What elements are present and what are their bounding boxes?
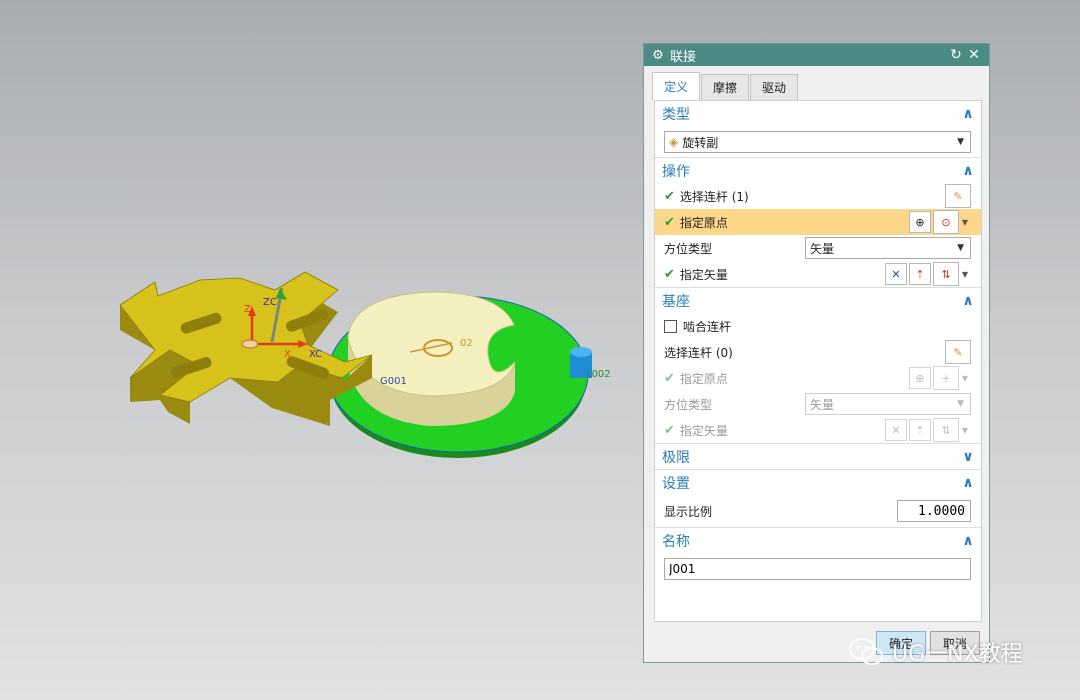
- group-settings-header[interactable]: 设置 ∧: [655, 469, 981, 495]
- base-specify-origin-label: 指定原点: [679, 371, 728, 386]
- display-scale-row: 显示比例: [655, 495, 981, 527]
- chevron-up-icon[interactable]: ∧: [961, 533, 975, 549]
- watermark: UG一NX教程: [848, 636, 1023, 668]
- reverse-direction-icon[interactable]: ✕: [885, 263, 907, 285]
- x-label: X: [284, 349, 291, 360]
- op-orientation-row: 方位类型 矢量 ▼: [655, 235, 981, 261]
- tab-bar: 定义 摩擦 驱动: [644, 66, 989, 100]
- op-orientation-label: 方位类型: [664, 241, 713, 256]
- check-icon: ✔: [664, 422, 675, 438]
- op-select-link-label: 选择连杆 (1): [679, 189, 749, 204]
- op-orientation-select[interactable]: 矢量 ▼: [805, 237, 971, 259]
- joint-type-value: 旋转副: [682, 135, 719, 150]
- base-orientation-row: 方位类型 矢量 ▼: [655, 391, 981, 417]
- point-snap-icon[interactable]: ⊙: [933, 210, 959, 234]
- watermark-text: UG一NX教程: [892, 642, 1023, 667]
- op-select-link-row[interactable]: ✔ 选择连杆 (1) ✎: [655, 183, 981, 209]
- group-type-header[interactable]: 类型 ∧: [655, 101, 981, 127]
- tab-drive[interactable]: 驱动: [750, 74, 799, 100]
- cylinder-pin-top[interactable]: [570, 347, 592, 357]
- check-icon: ✔: [664, 266, 675, 282]
- vector-dialog-icon: ⇡: [909, 419, 931, 441]
- base-orientation-label: 方位类型: [664, 397, 713, 412]
- base-specify-origin-row: ✔ 指定原点 ⊕ + ▼: [655, 365, 981, 391]
- op-specify-vector-label: 指定矢量: [679, 267, 728, 282]
- mesh-link-row[interactable]: 啮合连杆: [655, 313, 981, 339]
- point-dialog-icon[interactable]: ⊕: [909, 211, 931, 233]
- group-type-title: 类型: [662, 107, 690, 123]
- group-base-title: 基座: [662, 293, 690, 310]
- vector-dialog-icon[interactable]: ⇡: [909, 263, 931, 285]
- group-operation-header[interactable]: 操作 ∧: [655, 157, 981, 183]
- display-scale-label: 显示比例: [664, 504, 713, 519]
- joint-dialog: ⚙ 联接 ↻ ✕ 定义 摩擦 驱动 类型 ∧ ◈ 旋转副 ▼ 操作 ∧ ✔ 选择…: [643, 43, 990, 663]
- wechat-icon: [848, 637, 884, 667]
- group-operation-title: 操作: [662, 163, 690, 180]
- op-specify-origin-label: 指定原点: [679, 215, 728, 230]
- point-dialog-icon: ⊕: [909, 367, 931, 389]
- group-name-header[interactable]: 名称 ∧: [655, 527, 981, 553]
- base-select-link-row[interactable]: 选择连杆 (0) ✎: [655, 339, 981, 365]
- op-specify-origin-row[interactable]: ✔ 指定原点 ⊕ ⊙ ▼: [655, 209, 981, 235]
- group-base-header[interactable]: 基座 ∧: [655, 287, 981, 313]
- xc-label: XC: [309, 349, 322, 360]
- base-orientation-select: 矢量 ▼: [805, 393, 971, 415]
- revolute-joint-icon: ◈: [669, 135, 679, 149]
- reverse-direction-icon: ✕: [885, 419, 907, 441]
- joint-type-select[interactable]: ◈ 旋转副 ▼: [664, 131, 971, 153]
- op-orientation-value: 矢量: [810, 241, 835, 256]
- check-icon: ✔: [664, 188, 675, 204]
- base-select-link-pencil-icon[interactable]: ✎: [945, 340, 971, 364]
- origin-marker: [241, 339, 259, 349]
- chevron-down-icon: ▼: [957, 137, 964, 147]
- group-limits-header[interactable]: 极限 ∨: [655, 443, 981, 469]
- definition-panel: 类型 ∧ ◈ 旋转副 ▼ 操作 ∧ ✔ 选择连杆 (1) ✎ ✔ 指定原点 ⊕ …: [654, 100, 982, 622]
- gear-icon: ⚙: [652, 47, 664, 63]
- vector-snap-icon[interactable]: ⇅: [933, 262, 959, 286]
- model-scene[interactable]: ZC Z X XC G001 L002 02: [0, 0, 640, 700]
- close-icon[interactable]: ✕: [965, 47, 983, 63]
- vector-snap-icon: ⇅: [933, 418, 959, 442]
- chevron-up-icon[interactable]: ∧: [961, 293, 975, 309]
- chevron-down-icon: ▼: [957, 243, 964, 253]
- chevron-up-icon[interactable]: ∧: [961, 475, 975, 491]
- chevron-down-icon[interactable]: ▼: [959, 218, 971, 227]
- mesh-link-checkbox[interactable]: [664, 319, 677, 333]
- chevron-up-icon[interactable]: ∧: [961, 106, 975, 122]
- joint-name-input[interactable]: [664, 558, 971, 580]
- o2-label: 02: [460, 338, 473, 349]
- group-settings-title: 设置: [662, 475, 690, 492]
- mesh-link-label: 啮合连杆: [683, 319, 732, 334]
- base-orientation-value: 矢量: [810, 397, 835, 412]
- tab-definition[interactable]: 定义: [652, 72, 701, 100]
- tab-friction[interactable]: 摩擦: [701, 74, 750, 100]
- chevron-down-icon: ▼: [961, 373, 969, 383]
- group-limits-title: 极限: [662, 449, 690, 466]
- chevron-down-icon[interactable]: ▼: [959, 270, 971, 279]
- check-icon: ✔: [664, 214, 675, 230]
- chevron-up-icon[interactable]: ∧: [961, 163, 975, 179]
- plus-icon: +: [933, 366, 959, 390]
- base-specify-vector-label: 指定矢量: [679, 423, 728, 438]
- g001-label: G001: [380, 376, 407, 387]
- chevron-down-icon[interactable]: ∨: [961, 449, 975, 465]
- chevron-down-icon: ▼: [957, 399, 964, 409]
- dialog-titlebar[interactable]: ⚙ 联接 ↻ ✕: [644, 44, 989, 66]
- group-name-title: 名称: [662, 533, 690, 550]
- zc-label: ZC: [263, 297, 277, 308]
- select-link-pencil-icon[interactable]: ✎: [945, 184, 971, 208]
- l002-label: L002: [586, 369, 611, 380]
- base-select-link-label: 选择连杆 (0): [664, 345, 733, 360]
- chevron-down-icon: ▼: [961, 425, 969, 435]
- op-specify-vector-row[interactable]: ✔ 指定矢量 ✕ ⇡ ⇅ ▼: [655, 261, 981, 287]
- base-specify-vector-row: ✔ 指定矢量 ✕ ⇡ ⇅ ▼: [655, 417, 981, 443]
- z-label: Z: [244, 304, 251, 315]
- reset-icon[interactable]: ↻: [947, 47, 965, 63]
- check-icon: ✔: [664, 370, 675, 386]
- dialog-title: 联接: [670, 49, 697, 65]
- display-scale-input[interactable]: [897, 500, 971, 522]
